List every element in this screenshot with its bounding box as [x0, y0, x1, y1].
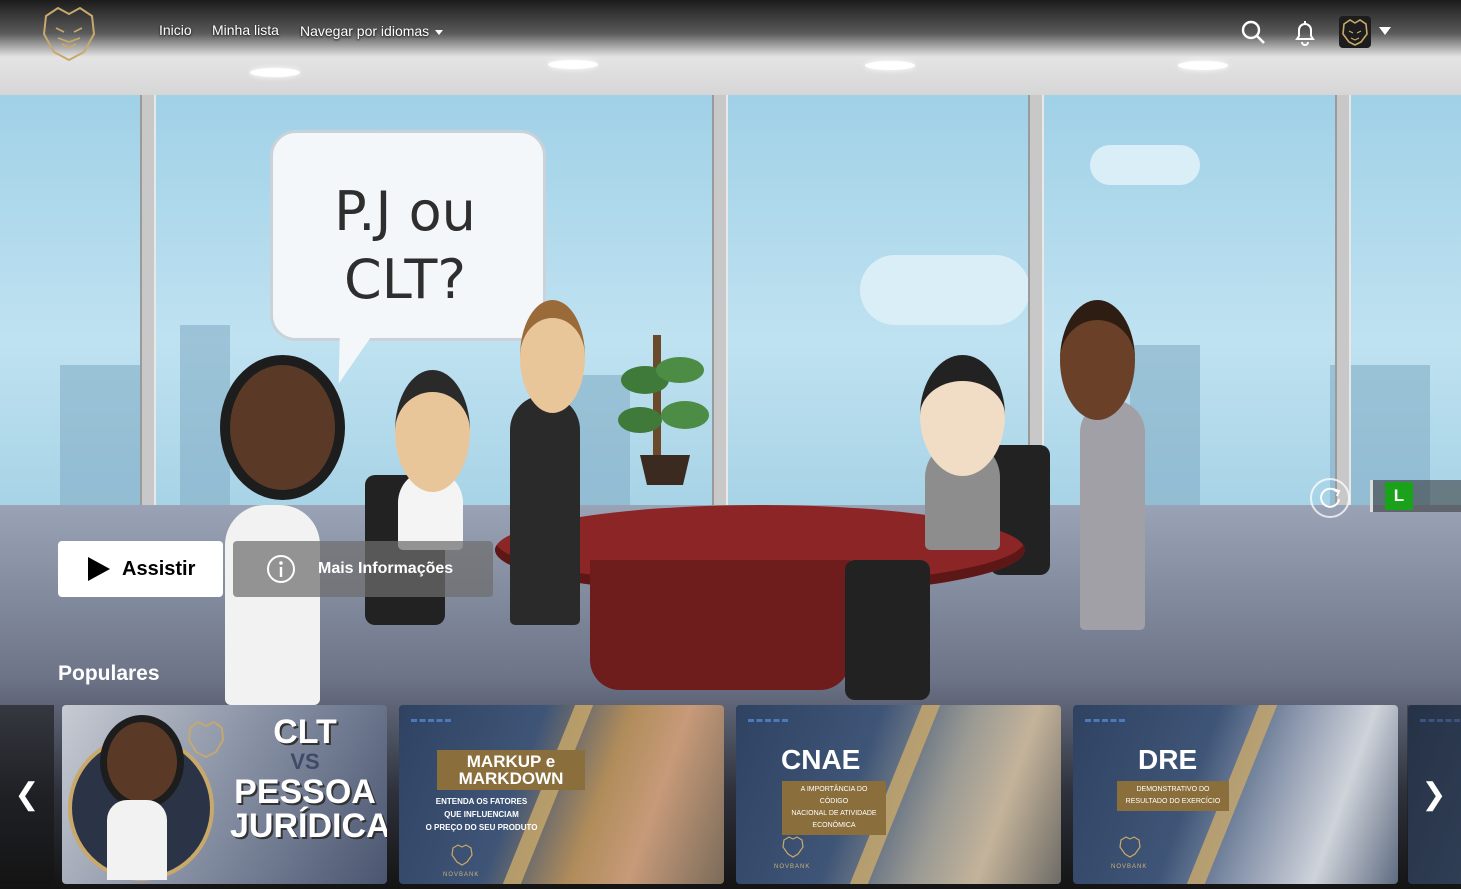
row-title: Populares	[58, 662, 160, 685]
profile-avatar[interactable]	[1339, 16, 1371, 48]
more-info-button-label: Mais Informações	[318, 560, 454, 577]
card-subtitle-line: ENTENDA OS FATORES	[435, 797, 528, 806]
window-frame	[140, 85, 156, 515]
card-title-line: VS	[290, 749, 320, 774]
card-title-line: CLT	[273, 713, 337, 751]
speech-line: CLT?	[343, 248, 466, 311]
card-subtitle: ENTENDA OS FATORES QUE INFLUENCIAM O PRE…	[419, 795, 544, 834]
speech-bubble-text: P.J ou CLT?	[270, 178, 540, 314]
card-title-box: MARKUP e MARKDOWN	[437, 750, 585, 790]
card-title: CNAE	[781, 744, 861, 775]
card-title-line: PESSOA	[234, 773, 376, 811]
card-subtitle-line: QUE INFLUENCIAM	[444, 810, 519, 819]
card-character-head	[100, 715, 184, 809]
title-card-clt-vs-pj[interactable]: CLT VS PESSOA JURÍDICA	[62, 705, 387, 884]
card-subtitle-line: NACIONAL DE ATIVIDADE	[791, 810, 877, 817]
search-icon[interactable]	[1240, 18, 1266, 46]
nav-link-navegar-por-idiomas[interactable]: Navegar por idiomas	[300, 23, 444, 39]
carousel-next-button[interactable]: ❯	[1407, 705, 1461, 884]
jaguar-logo-icon	[782, 836, 804, 858]
decorative-dashes	[748, 719, 788, 725]
office-chair	[845, 560, 930, 700]
card-title-line: JURÍDICA	[230, 807, 387, 845]
card-character-body	[107, 800, 167, 880]
building	[60, 365, 140, 505]
jaguar-logo-icon[interactable]	[38, 4, 100, 64]
cloud	[1090, 145, 1200, 185]
card-title-line: MARKDOWN	[458, 769, 564, 788]
nav-link-inicio[interactable]: Inicio	[159, 22, 192, 38]
nav-link-minha-lista[interactable]: Minha lista	[212, 22, 279, 38]
title-card-cnae[interactable]: CNAE A IMPORTÂNCIA DO CÓDIGO NACIONAL DE…	[736, 705, 1061, 884]
title-card-markup-markdown[interactable]: MARKUP e MARKDOWN ENTENDA OS FATORES QUE…	[399, 705, 724, 884]
caret-down-icon	[435, 29, 444, 35]
play-button[interactable]: Assistir	[58, 541, 223, 597]
jaguar-logo-icon	[451, 844, 473, 866]
maturity-rating: L	[1370, 480, 1461, 512]
decorative-dashes	[1085, 719, 1125, 725]
decorative-dashes	[411, 719, 451, 725]
card-subtitle-line: RESULTADO DO EXERCÍCIO	[1125, 798, 1221, 805]
jaguar-logo-icon	[1119, 836, 1141, 858]
card-subtitle: A IMPORTÂNCIA DO CÓDIGO NACIONAL DE ATIV…	[782, 781, 886, 835]
title-card-dre[interactable]: DRE DEMONSTRATIVO DO RESULTADO DO EXERCÍ…	[1073, 705, 1398, 884]
jaguar-avatar-icon	[1342, 19, 1368, 46]
card-subtitle-line: O PREÇO DO SEU PRODUTO	[425, 823, 538, 832]
card-title: CLT VS PESSOA JURÍDICA	[230, 713, 387, 845]
carousel-prev-button[interactable]: ❮	[0, 705, 54, 884]
play-icon	[88, 557, 110, 581]
jaguar-logo-icon	[188, 720, 224, 759]
window-frame	[1335, 85, 1351, 515]
top-nav: Inicio Minha lista Navegar por idiomas	[0, 0, 1461, 70]
info-icon	[267, 555, 295, 583]
card-title: DRE	[1138, 744, 1198, 775]
nav-link-label: Navegar por idiomas	[300, 23, 430, 39]
card-subtitle: DEMONSTRATIVO DO RESULTADO DO EXERCÍCIO	[1117, 781, 1229, 811]
rating-badge: L	[1385, 482, 1413, 510]
office-window-background	[0, 85, 1461, 510]
card-brand: NOVBANK	[1111, 864, 1148, 870]
chevron-left-icon: ❮	[14, 778, 40, 811]
card-brand: NOVBANK	[774, 864, 811, 870]
profile-dropdown-caret-icon[interactable]	[1379, 27, 1391, 35]
potted-plant	[618, 335, 709, 485]
card-title-line: MARKUP e	[466, 752, 556, 771]
card-subtitle-line: A IMPORTÂNCIA DO CÓDIGO	[800, 786, 868, 805]
play-button-label: Assistir	[122, 557, 196, 580]
meeting-table-base	[590, 560, 850, 690]
card-subtitle-line: ECONÔMICA	[812, 822, 856, 829]
more-info-button[interactable]: Mais Informações	[233, 541, 493, 597]
card-brand: NOVBANK	[443, 872, 480, 878]
replay-icon[interactable]	[1310, 478, 1350, 518]
cloud	[860, 255, 1030, 325]
chevron-right-icon: ❯	[1421, 778, 1447, 811]
card-subtitle-line: DEMONSTRATIVO DO	[1136, 786, 1210, 793]
bell-icon[interactable]	[1292, 18, 1318, 46]
speech-line: P.J ou	[334, 180, 476, 243]
